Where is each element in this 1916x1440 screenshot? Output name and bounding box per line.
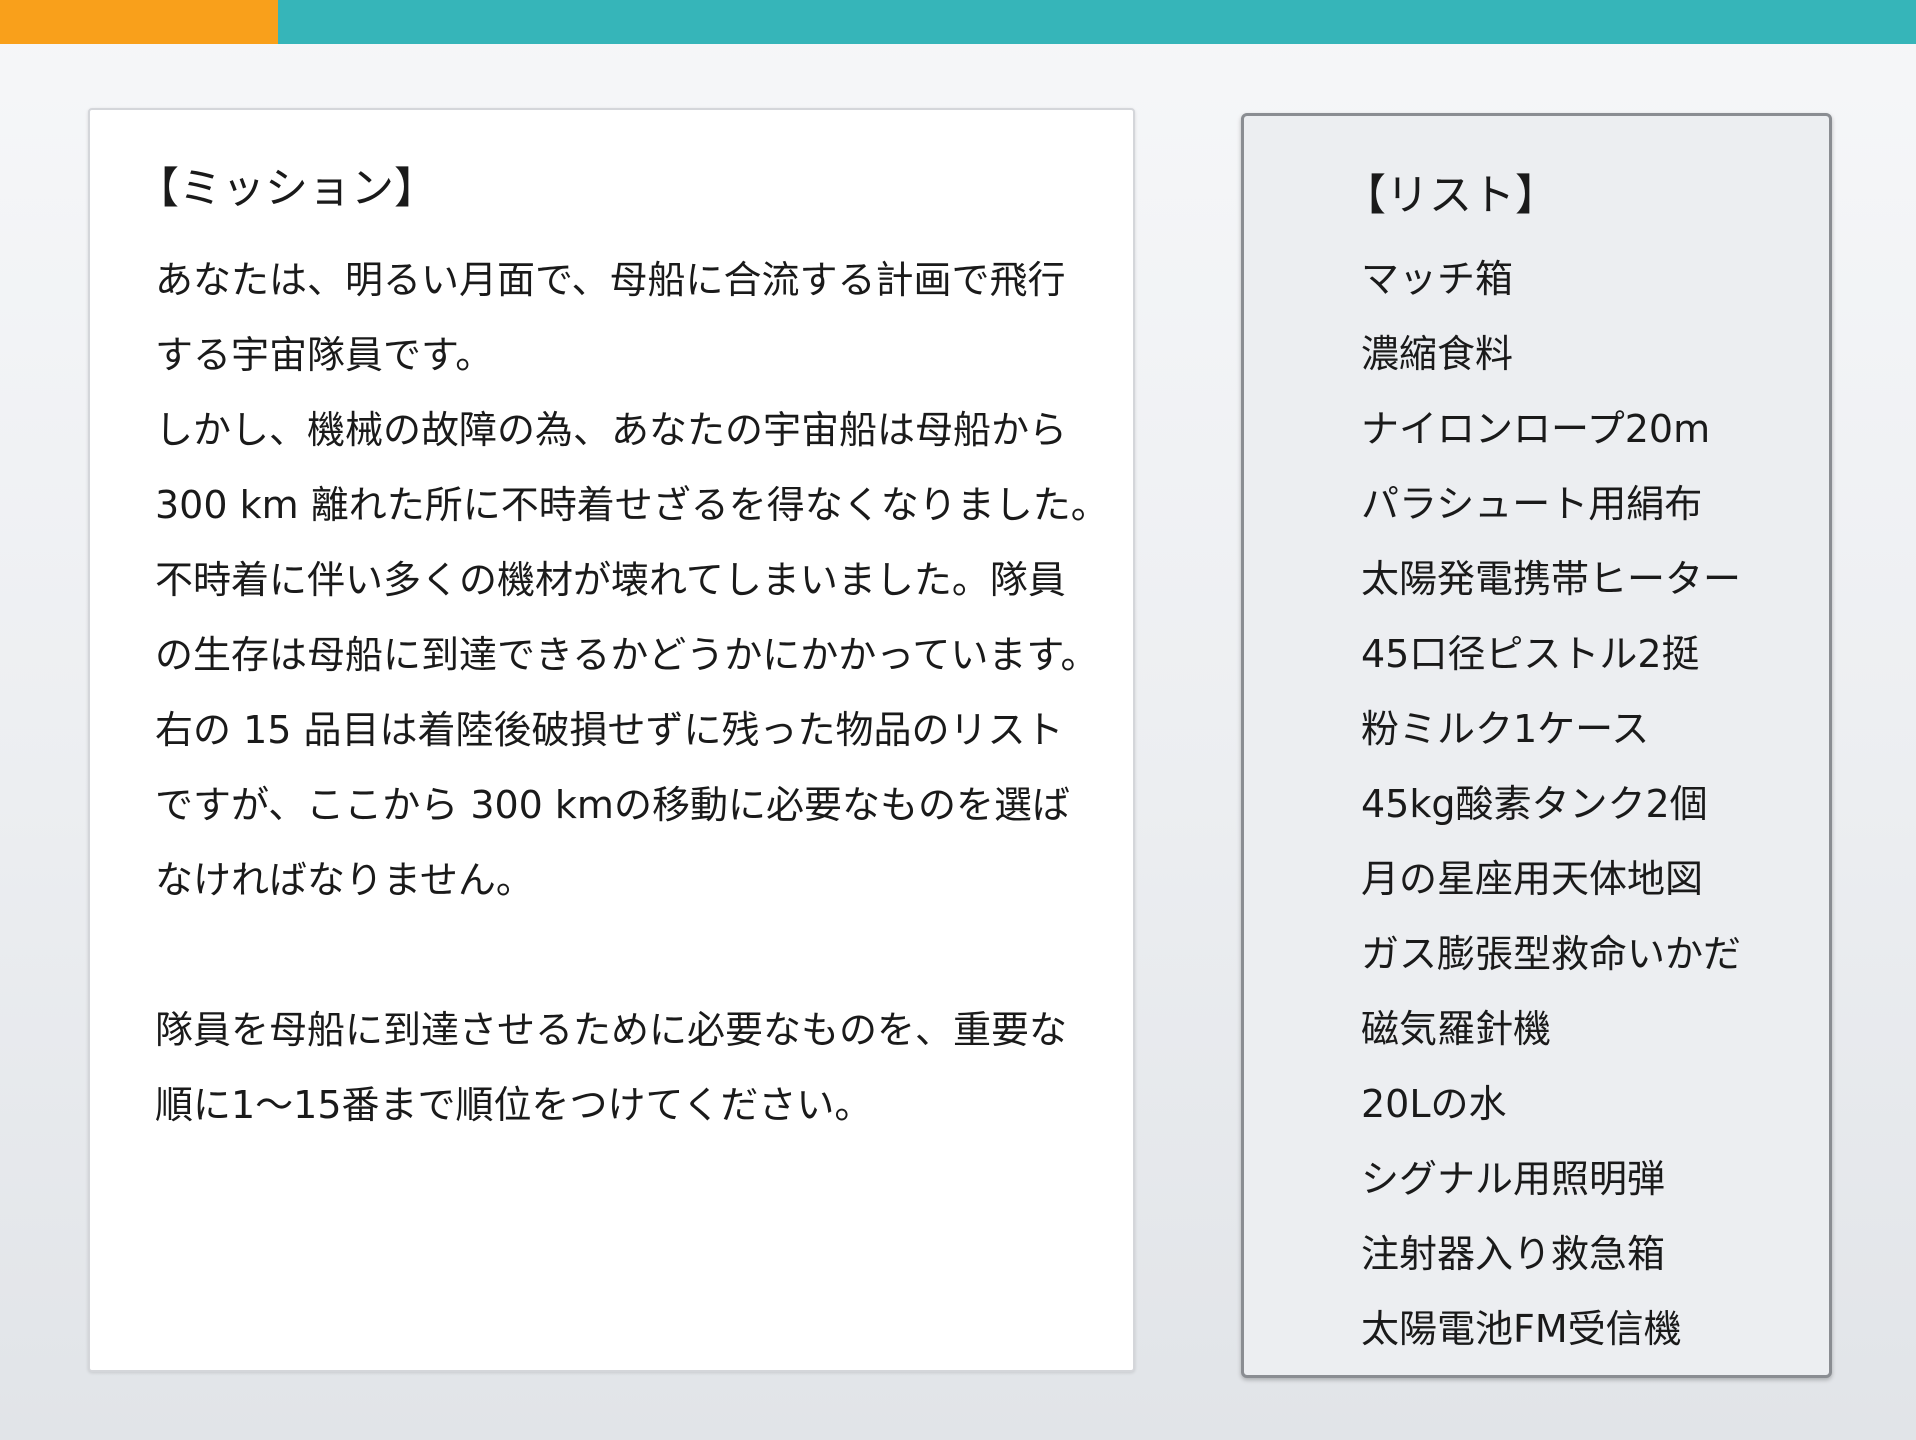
mission-line: 300 km 離れた所に不時着せざるを得なくなりました。 (155, 483, 1109, 527)
list-item: ナイロンロープ20m (1361, 407, 1711, 451)
list-item: 濃縮食料 (1361, 332, 1514, 376)
mission-line: する宇宙隊員です。 (155, 333, 494, 377)
list-item: 磁気羅針機 (1361, 1007, 1552, 1051)
list-item: 粉ミルク1ケース (1361, 707, 1650, 751)
item-list: マッチ箱 濃縮食料 ナイロンロープ20m パラシュート用絹布 太陽発電携帯ヒータ… (1361, 242, 1741, 1367)
list-item: 太陽電池FM受信機 (1361, 1307, 1682, 1351)
mission-line: 順に1〜15番まで順位をつけてください。 (155, 1083, 873, 1127)
list-item: パラシュート用絹布 (1361, 482, 1703, 526)
list-item: 45口径ピストル2挺 (1361, 632, 1700, 676)
list-item: 太陽発電携帯ヒーター (1361, 557, 1742, 601)
mission-line: ですが、ここから 300 kmの移動に必要なものを選ば (155, 783, 1070, 827)
list-item: 20Lの水 (1361, 1082, 1507, 1126)
list-item: 注射器入り救急箱 (1361, 1232, 1666, 1276)
list-item: 45kg酸素タンク2個 (1361, 782, 1708, 826)
top-banner (0, 0, 1916, 44)
paragraph-spacer (155, 918, 1115, 993)
mission-text: あなたは、明るい月面で、母船に合流する計画で飛行 する宇宙隊員です。 しかし、機… (155, 243, 1115, 1143)
mission-line: しかし、機械の故障の為、あなたの宇宙船は母船から (155, 408, 1068, 452)
mission-line: あなたは、明るい月面で、母船に合流する計画で飛行 (155, 258, 1066, 302)
mission-line: 不時着に伴い多くの機材が壊れてしまいました。隊員 (155, 558, 1066, 602)
mission-line: なければなりません。 (155, 858, 534, 902)
list-item: マッチ箱 (1361, 257, 1514, 301)
top-banner-accent (0, 0, 278, 44)
mission-line: 右の 15 品目は着陸後破損せずに残った物品のリスト (155, 708, 1064, 752)
list-item: ガス膨張型救命いかだ (1361, 932, 1742, 976)
list-item: シグナル用照明弾 (1361, 1157, 1666, 1201)
list-item: 月の星座用天体地図 (1361, 857, 1704, 901)
mission-line: の生存は母船に到達できるかどうかにかかっています。 (155, 633, 1099, 677)
mission-line: 隊員を母船に到達させるために必要なものを、重要な (155, 1008, 1068, 1052)
list-title: 【リスト】 (1343, 171, 1558, 221)
item-list-panel: 【リスト】 マッチ箱 濃縮食料 ナイロンロープ20m パラシュート用絹布 太陽発… (1241, 113, 1832, 1378)
top-banner-band (278, 0, 1916, 44)
mission-title: 【ミッション】 (136, 164, 437, 214)
mission-panel: 【ミッション】 あなたは、明るい月面で、母船に合流する計画で飛行 する宇宙隊員で… (88, 108, 1135, 1372)
